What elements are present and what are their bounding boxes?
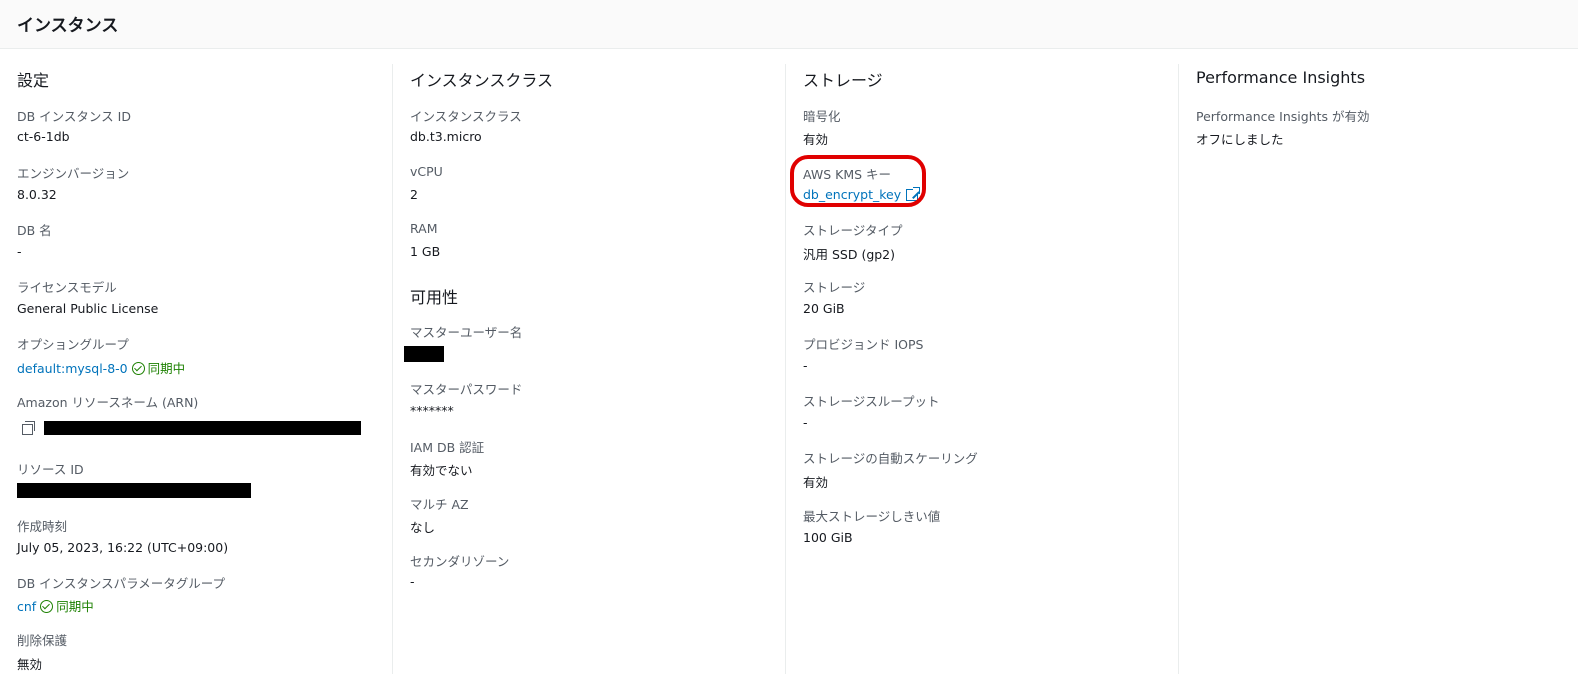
kms-key-highlight	[790, 155, 926, 207]
resource-id-label: リソース ID	[17, 462, 84, 477]
option-group-row: default:mysql-8-0 同期中	[17, 358, 185, 377]
master-password-label: マスターパスワード	[410, 382, 523, 397]
vcpu-value: 2	[410, 187, 418, 202]
storage-size-label: ストレージ	[803, 280, 866, 295]
option-group-link[interactable]: default:mysql-8-0	[17, 361, 128, 376]
storage-type-label: ストレージタイプ	[803, 223, 903, 238]
throughput-value: -	[803, 415, 808, 430]
param-group-row: cnf 同期中	[17, 596, 94, 615]
created-time-label: 作成時刻	[17, 519, 68, 534]
column-divider	[1178, 64, 1179, 674]
storage-title: ストレージ	[803, 71, 883, 90]
storage-type-value: 汎用 SSD (gp2)	[803, 247, 896, 262]
created-time-value: July 05, 2023, 16:22 (UTC+09:00)	[17, 540, 229, 555]
param-group-status: 同期中	[56, 599, 94, 614]
vcpu-label: vCPU	[410, 164, 443, 179]
db-name-value: -	[17, 244, 22, 259]
instance-class-label: インスタンスクラス	[410, 109, 522, 124]
param-group-label: DB インスタンスパラメータグループ	[17, 576, 226, 591]
page-header: インスタンス	[0, 0, 1578, 49]
column-divider	[392, 64, 393, 674]
multi-az-label: マルチ AZ	[410, 497, 469, 512]
option-group-label: オプショングループ	[17, 337, 129, 352]
max-threshold-label: 最大ストレージしきい値	[803, 509, 941, 524]
iops-value: -	[803, 358, 808, 373]
engine-version-label: エンジンバージョン	[17, 166, 130, 181]
engine-version-value: 8.0.32	[17, 187, 57, 202]
db-instance-id-value: ct-6-1db	[17, 129, 70, 144]
page-title: インスタンス	[17, 16, 119, 36]
availability-title: 可用性	[410, 288, 459, 307]
autoscaling-label: ストレージの自動スケーリング	[803, 451, 978, 466]
deletion-protection-value: 無効	[17, 657, 43, 672]
license-model-value: General Public License	[17, 301, 159, 316]
secondary-zone-value: -	[410, 574, 415, 589]
encryption-label: 暗号化	[803, 109, 841, 124]
instance-class-title: インスタンスクラス	[410, 71, 554, 90]
ram-value: 1 GB	[410, 244, 441, 259]
performance-insights-title: Performance Insights	[1196, 68, 1366, 87]
iops-label: プロビジョンド IOPS	[803, 337, 924, 352]
db-instance-id-label: DB インスタンス ID	[17, 109, 131, 124]
autoscaling-value: 有効	[803, 475, 829, 490]
resource-id-redacted-value	[17, 483, 251, 498]
master-user-redacted-value	[404, 346, 444, 362]
master-user-label: マスターユーザー名	[410, 325, 523, 340]
iam-auth-value: 有効でない	[410, 463, 473, 478]
copy-icon[interactable]	[22, 421, 35, 435]
ram-label: RAM	[410, 221, 438, 236]
arn-redacted-value	[44, 421, 361, 435]
storage-size-value: 20 GiB	[803, 301, 845, 316]
arn-label: Amazon リソースネーム (ARN)	[17, 395, 199, 410]
param-group-link[interactable]: cnf	[17, 599, 36, 614]
status-ok-icon	[131, 362, 145, 375]
column-divider	[785, 64, 786, 674]
performance-insights-enabled-label: Performance Insights が有効	[1196, 109, 1370, 124]
db-name-label: DB 名	[17, 223, 52, 238]
settings-title: 設定	[17, 71, 50, 90]
master-password-value: *******	[410, 403, 454, 418]
iam-auth-label: IAM DB 認証	[410, 440, 485, 455]
license-model-label: ライセンスモデル	[17, 280, 117, 295]
encryption-value: 有効	[803, 132, 829, 147]
status-ok-icon	[40, 600, 54, 613]
throughput-label: ストレージスループット	[803, 394, 940, 409]
instance-class-value: db.t3.micro	[410, 129, 482, 144]
option-group-status: 同期中	[147, 361, 186, 376]
performance-insights-enabled-value: オフにしました	[1196, 132, 1284, 147]
secondary-zone-label: セカンダリゾーン	[410, 554, 510, 569]
multi-az-value: なし	[410, 520, 436, 535]
max-threshold-value: 100 GiB	[803, 530, 853, 545]
deletion-protection-label: 削除保護	[17, 633, 68, 648]
